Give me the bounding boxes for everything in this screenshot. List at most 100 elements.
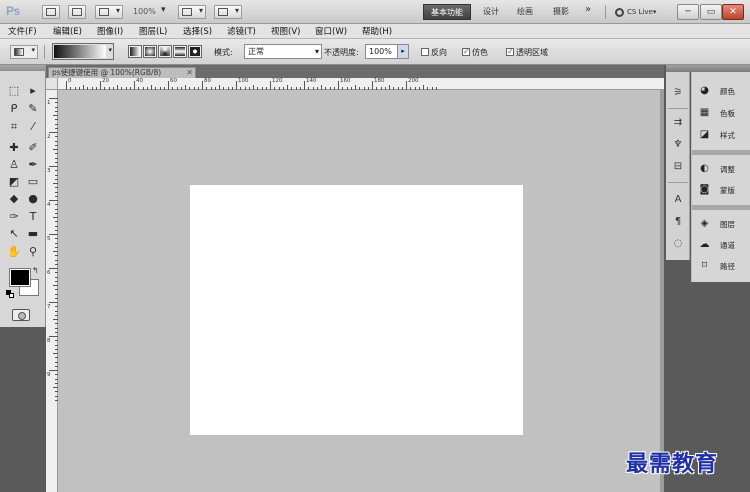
workspace-painting[interactable]: 绘画 xyxy=(517,4,533,20)
ruler-label: 7 xyxy=(47,304,51,310)
eyedropper-icon[interactable]: ⁄ xyxy=(25,120,41,134)
panel-button-adjustments[interactable]: ◐ 调整 xyxy=(696,160,748,178)
screen-mode-icon xyxy=(218,8,228,16)
workspace-photography[interactable]: 摄影 xyxy=(553,4,569,20)
more-workspaces-button[interactable]: » xyxy=(585,4,591,15)
menu-file[interactable]: 文件(F) xyxy=(8,25,37,37)
swap-colors-icon[interactable]: ↰ xyxy=(32,266,39,275)
workspace-essentials[interactable]: 基本功能 xyxy=(423,4,471,20)
crop-icon[interactable]: ⌗ xyxy=(6,120,22,134)
document-canvas[interactable] xyxy=(190,185,523,435)
reflected-gradient-button[interactable] xyxy=(173,45,187,58)
tool-preset-picker[interactable] xyxy=(10,45,38,59)
menu-image[interactable]: 图像(I) xyxy=(97,25,123,37)
close-button[interactable]: ✕ xyxy=(722,4,744,20)
shape-icon[interactable]: ▬ xyxy=(25,227,41,241)
panel-button-channels[interactable]: ☁ 通道 xyxy=(696,236,748,254)
vertical-scrollbar[interactable] xyxy=(660,90,664,492)
document-tab[interactable]: ps使捷键使用 @ 100%(RGB/8) ✕ xyxy=(48,67,196,78)
angle-gradient-button[interactable] xyxy=(158,45,172,58)
history-brush-icon[interactable]: ✒ xyxy=(25,158,41,172)
view-extras-button[interactable] xyxy=(95,5,123,19)
cs-live-button[interactable]: CS Live▾ xyxy=(615,5,656,19)
panel-button-masks[interactable]: ◙ 蒙版 xyxy=(696,181,748,199)
zoom-icon[interactable]: ⚲ xyxy=(25,245,41,259)
ruler-tick xyxy=(202,81,203,90)
reverse-checkbox[interactable]: 反向 xyxy=(421,47,447,58)
checkbox-box[interactable] xyxy=(421,47,429,56)
close-tab-icon[interactable]: ✕ xyxy=(186,68,193,78)
ruler-label: 180 xyxy=(374,78,385,84)
panel-button-styles[interactable]: ◪ 样式 xyxy=(696,126,748,144)
diamond-gradient-button[interactable] xyxy=(188,45,202,58)
dither-checkbox[interactable]: ✓ 仿色 xyxy=(462,47,488,58)
spot-healing-icon[interactable]: ✚ xyxy=(6,141,22,155)
menu-help[interactable]: 帮助(H) xyxy=(362,25,392,37)
launch-bridge-button[interactable] xyxy=(42,5,60,19)
channels-icon: ☁ xyxy=(699,239,710,250)
checkbox-box[interactable]: ✓ xyxy=(462,47,470,56)
blur-icon[interactable]: ◆ xyxy=(6,192,22,206)
navigator-panel-icon[interactable]: ⊟ xyxy=(670,160,686,174)
quick-mask-button[interactable] xyxy=(12,309,30,321)
clone-stamp-icon[interactable]: ♙ xyxy=(6,158,22,172)
launch-minibridge-button[interactable] xyxy=(68,5,86,19)
brush-icon[interactable]: ✐ xyxy=(25,141,41,155)
opacity-slider-button[interactable]: ▸ xyxy=(397,44,409,59)
menu-layer[interactable]: 图层(L) xyxy=(139,25,167,37)
ruler-tick xyxy=(100,81,101,90)
character-panel-icon[interactable]: A xyxy=(670,193,686,207)
panel-dock-grip[interactable] xyxy=(666,65,750,72)
quick-selection-icon[interactable]: ✎ xyxy=(25,102,41,116)
menu-select[interactable]: 选择(S) xyxy=(183,25,212,37)
options-bar: 模式: 正常 不透明度: 100% ▸ 反向 ✓仿色 ✓透明区域 xyxy=(0,39,750,65)
actions-panel-icon[interactable]: ⇉ xyxy=(670,116,686,130)
radial-gradient-button[interactable] xyxy=(143,45,157,58)
arrange-documents-button[interactable] xyxy=(178,5,206,19)
tool-presets-panel-icon[interactable]: ♆ xyxy=(670,138,686,152)
path-selection-icon[interactable]: ↖ xyxy=(6,227,22,241)
pen-icon[interactable]: ✑ xyxy=(6,210,22,224)
dodge-icon[interactable]: ● xyxy=(25,192,41,206)
panel-button-layers[interactable]: ◈ 图层 xyxy=(696,215,748,233)
panel-group-separator xyxy=(692,205,750,210)
gradient-picker[interactable] xyxy=(52,43,114,60)
foreground-color-swatch[interactable] xyxy=(9,268,31,287)
ruler-origin[interactable] xyxy=(46,78,58,90)
vertical-ruler[interactable]: 1 2 3 4 5 6 7 8 9 xyxy=(46,90,58,492)
hand-icon[interactable]: ✋ xyxy=(6,245,22,259)
type-icon[interactable]: T xyxy=(25,210,41,224)
menu-edit[interactable]: 编辑(E) xyxy=(53,25,82,37)
lasso-icon[interactable]: ᑭ xyxy=(6,102,22,116)
screen-mode-button[interactable] xyxy=(214,5,242,19)
marquee-icon[interactable]: ⬚ xyxy=(6,84,22,98)
menu-window[interactable]: 窗口(W) xyxy=(315,25,347,37)
gradient-icon[interactable]: ▭ xyxy=(25,175,41,189)
ruler-tick xyxy=(49,302,58,303)
paragraph-panel-icon[interactable]: ¶ xyxy=(670,215,686,229)
zoom-level[interactable]: 100% xyxy=(133,7,156,16)
checkbox-box[interactable]: ✓ xyxy=(506,47,514,56)
transparency-checkbox[interactable]: ✓ 透明区域 xyxy=(506,47,548,58)
blend-mode-select[interactable]: 正常 xyxy=(244,44,322,59)
maximize-button[interactable]: ▭ xyxy=(700,4,722,20)
move-icon[interactable]: ▸ xyxy=(25,84,41,98)
zoom-dropdown-arrow[interactable]: ▾ xyxy=(161,5,166,15)
clone-source-panel-icon[interactable]: ◌ xyxy=(670,237,686,251)
history-panel-icon[interactable]: ⚞ xyxy=(670,86,686,100)
workspace-design[interactable]: 设计 xyxy=(483,4,499,20)
panel-button-swatches[interactable]: ▦ 色板 xyxy=(696,104,748,122)
panel-grip[interactable] xyxy=(0,65,46,71)
horizontal-ruler[interactable]: 0 20 40 60 80 100 120 140 160 180 200 xyxy=(46,78,664,90)
cs-live-icon xyxy=(615,7,624,17)
ruler-label: 0 xyxy=(68,78,72,84)
panel-button-color[interactable]: ◕ 颜色 xyxy=(696,82,748,100)
gradient-tool-icon xyxy=(14,48,24,56)
menu-view[interactable]: 视图(V) xyxy=(271,25,300,37)
panel-button-paths[interactable]: ⌑ 路径 xyxy=(696,257,748,275)
menu-filter[interactable]: 滤镜(T) xyxy=(227,25,256,37)
minimize-button[interactable]: ─ xyxy=(677,4,699,20)
linear-gradient-button[interactable] xyxy=(128,45,142,58)
eraser-icon[interactable]: ◩ xyxy=(6,175,22,189)
default-colors-icon[interactable] xyxy=(6,290,14,298)
